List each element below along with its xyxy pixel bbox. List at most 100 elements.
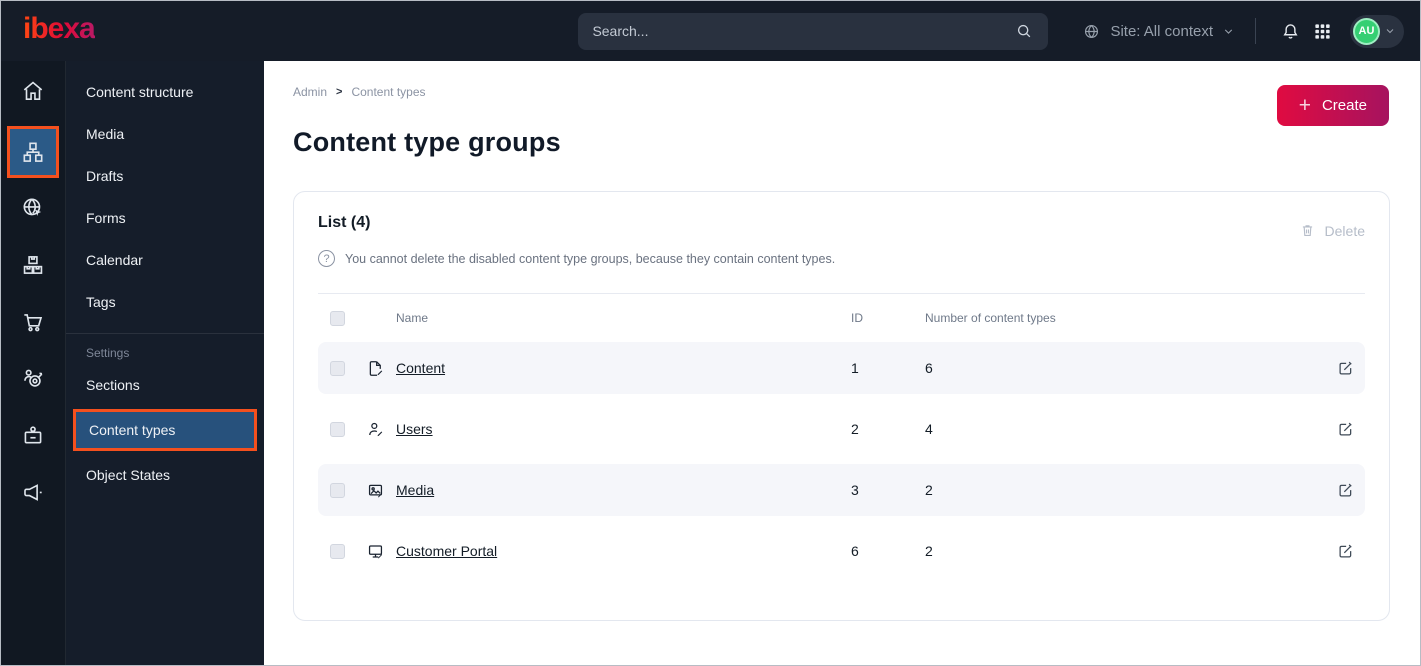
list-info: ? You cannot delete the disabled content…	[318, 250, 1365, 267]
app-grid-icon	[1313, 22, 1332, 41]
column-header-id: ID	[851, 311, 863, 325]
site-context-selector[interactable]: Site: All context	[1082, 22, 1235, 41]
content-type-groups-table: Name ID Number of content types Content …	[318, 293, 1365, 577]
product-boxes-icon	[20, 252, 46, 278]
row-checkbox[interactable]	[330, 421, 345, 437]
file-icon	[366, 359, 396, 378]
group-name-link[interactable]: Users	[396, 421, 851, 437]
edit-button[interactable]	[1325, 481, 1365, 500]
edit-button[interactable]	[1325, 542, 1365, 561]
edit-icon	[1336, 420, 1355, 439]
sidebar-item-customers[interactable]	[11, 357, 55, 401]
row-checkbox[interactable]	[330, 543, 345, 559]
customer-target-icon	[20, 366, 46, 392]
menu-item-tags[interactable]: Tags	[66, 281, 264, 323]
sidebar-item-marketing[interactable]	[11, 471, 55, 515]
user-icon	[366, 420, 396, 439]
group-name-link[interactable]: Content	[396, 360, 851, 376]
sidebar-item-dashboard[interactable]	[11, 69, 55, 113]
main-content: Admin > Content types + Create Content t…	[264, 61, 1420, 665]
megaphone-icon	[20, 480, 46, 506]
group-count: 2	[925, 482, 933, 498]
sidebar-item-content[interactable]	[11, 130, 55, 174]
topbar-divider	[1255, 18, 1256, 44]
sidebar-item-products[interactable]	[11, 243, 55, 287]
edit-button[interactable]	[1325, 359, 1365, 378]
trash-icon	[1299, 222, 1316, 239]
menu-item-content-structure[interactable]: Content structure	[66, 71, 264, 113]
globe-icon	[1082, 22, 1101, 41]
ibexa-admin-window: ibexa Site: All context	[0, 0, 1421, 666]
chevron-down-icon	[1222, 25, 1235, 38]
create-button[interactable]: + Create	[1276, 85, 1389, 126]
menu-item-forms[interactable]: Forms	[66, 197, 264, 239]
edit-button[interactable]	[1325, 420, 1365, 439]
menu-divider	[66, 333, 264, 334]
table-row: Content 1 6	[318, 342, 1365, 394]
menu-items: Content structure Media Drafts Forms Calenda…	[66, 71, 264, 323]
settings-menu-items: Sections Content types Object States	[66, 364, 264, 496]
sidebar-item-site[interactable]	[11, 186, 55, 230]
monitor-icon	[366, 542, 396, 561]
menu-item-object-states[interactable]: Object States	[66, 454, 264, 496]
chevron-down-icon	[1384, 25, 1396, 37]
table-body: Content 1 6 Users 2 4 Media 3 2 Customer…	[318, 342, 1365, 577]
settings-section-label: Settings	[86, 346, 130, 360]
menu-item-content-types[interactable]: Content types	[76, 412, 254, 448]
breadcrumb-item: Content types	[351, 85, 426, 99]
help-icon: ?	[318, 250, 335, 267]
group-count: 2	[925, 543, 933, 559]
group-id: 1	[851, 360, 859, 376]
group-count: 6	[925, 360, 933, 376]
menu-item-media[interactable]: Media	[66, 113, 264, 155]
app-switcher-button[interactable]	[1307, 16, 1338, 47]
delete-button[interactable]: Delete	[1299, 222, 1365, 239]
menu-item-drafts[interactable]: Drafts	[66, 155, 264, 197]
site-globe-icon	[20, 195, 46, 221]
breadcrumb: Admin > Content types	[293, 85, 1390, 99]
column-header-count: Number of content types	[925, 311, 1056, 325]
search-bar[interactable]	[578, 12, 1049, 50]
notifications-button[interactable]	[1274, 15, 1307, 48]
group-name-link[interactable]: Customer Portal	[396, 543, 851, 559]
edit-icon	[1336, 542, 1355, 561]
sidebar-item-commerce[interactable]	[11, 300, 55, 344]
content-type-groups-card: List (4) Delete ? You cannot delete the …	[293, 191, 1390, 621]
select-all-checkbox[interactable]	[330, 310, 345, 326]
breadcrumb-item[interactable]: Admin	[293, 85, 327, 99]
icon-rail	[1, 61, 66, 665]
menu-item-sections[interactable]: Sections	[66, 364, 264, 406]
topbar: ibexa Site: All context	[1, 1, 1420, 61]
topbar-right: Site: All context AU	[1082, 14, 1420, 48]
create-button-label: Create	[1321, 97, 1367, 114]
page-title: Content type groups	[293, 127, 561, 157]
delete-button-label: Delete	[1324, 222, 1365, 239]
search-input[interactable]	[592, 23, 1015, 39]
group-name-link[interactable]: Media	[396, 482, 851, 498]
ibexa-logo[interactable]: ibexa	[23, 14, 96, 48]
group-count: 4	[925, 421, 933, 437]
menu-item-calendar[interactable]: Calendar	[66, 239, 264, 281]
group-id: 2	[851, 421, 859, 437]
group-id: 3	[851, 482, 859, 498]
avatar: AU	[1353, 17, 1380, 45]
content-tree-icon	[20, 139, 46, 165]
column-header-name: Name	[396, 311, 429, 325]
breadcrumb-separator: >	[336, 86, 343, 98]
active-menu-annotation: Content types	[73, 409, 257, 451]
menu-panel: Content structure Media Drafts Forms Calenda…	[66, 61, 264, 665]
admin-badge-icon	[20, 423, 46, 449]
home-icon	[20, 78, 46, 104]
list-title: List (4)	[318, 214, 371, 231]
sidebar-item-admin[interactable]	[11, 414, 55, 458]
row-checkbox[interactable]	[330, 360, 345, 376]
site-context-label: Site: All context	[1110, 22, 1213, 40]
table-header: Name ID Number of content types	[318, 293, 1365, 342]
plus-icon: +	[1298, 94, 1311, 117]
user-menu[interactable]: AU	[1350, 14, 1404, 48]
bell-icon	[1280, 21, 1301, 42]
row-checkbox[interactable]	[330, 482, 345, 498]
active-section-annotation	[7, 126, 59, 178]
edit-icon	[1336, 359, 1355, 378]
search-icon[interactable]	[1014, 21, 1034, 41]
